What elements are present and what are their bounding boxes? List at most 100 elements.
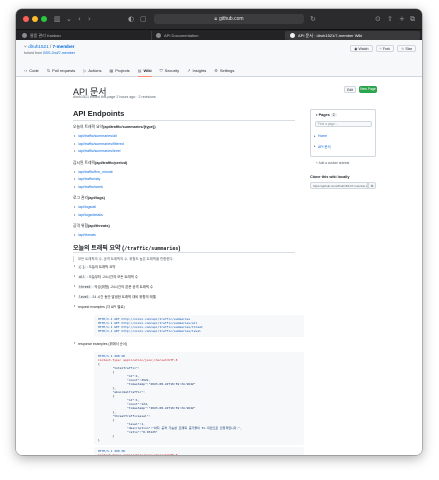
pages-heading[interactable]: ▾ Pages 2 — [316, 113, 337, 117]
list-item: /api/traffic/summaries/filtered — [74, 142, 124, 146]
sidebar-page-api-docs[interactable]: API 문서 — [314, 144, 331, 149]
repo-actions: ◉ Watch ⑂ Fork ☆ Star — [350, 45, 416, 52]
repo-owner-link[interactable]: dlruh1521 — [28, 44, 48, 49]
list-item: /api/traffic/summaries/level — [74, 149, 121, 153]
address-bar[interactable]: 🔒︎ github.com — [154, 14, 304, 24]
forward-arrow-icon[interactable]: › — [88, 14, 91, 24]
code-line: Content-Type: application/json;charset=U… — [98, 453, 178, 455]
nav-tab-icon: ⇅ — [46, 68, 51, 73]
nav-tab-label: Wiki — [143, 68, 152, 73]
endpoint-group-path: (api/traffic/summaries/{type}) — [103, 125, 156, 129]
endpoint-link[interactable]: /api/traffic/five_minute — [78, 170, 113, 174]
list-item: /api/threats — [74, 233, 96, 237]
endpoint-group-title: 로그 관리(api/logs) — [73, 196, 105, 201]
endpoint-link[interactable]: /api/logs/details — [78, 213, 103, 217]
watch-button[interactable]: ◉ Watch — [350, 45, 373, 52]
page-icon[interactable]: ▢ — [140, 14, 147, 24]
tab-title: API Documentation — [164, 33, 199, 38]
tab-pull-requests[interactable]: ⇅ Pull requests — [47, 65, 75, 77]
heading-divider — [73, 252, 295, 253]
tab-projects[interactable]: ▦ Projects — [109, 65, 129, 77]
fork-button[interactable]: ⑂ Fork — [375, 45, 395, 52]
zoom-window-button[interactable] — [41, 16, 47, 22]
endpoint-link[interactable]: /api/traffic/day — [78, 177, 100, 181]
nav-tab-icon: ⚙ — [214, 68, 218, 73]
endpoint-group-path: (api/threats) — [88, 224, 110, 228]
inline-code: { } — [78, 265, 86, 269]
endpoint-link[interactable]: /api/threats — [78, 233, 96, 237]
nav-tab-label: Code — [29, 68, 39, 73]
bullet-text: request examples (각 API 별로) — [78, 305, 125, 309]
list-item: /api/traffic/day — [74, 177, 100, 181]
browser-tab[interactable]: 물품 관리 Kanban — [18, 31, 152, 40]
find-page-input[interactable]: Find a page… — [315, 121, 372, 127]
list-item: /api/traffic/summaries/all — [74, 134, 117, 138]
fork-label: Fork — [382, 47, 391, 51]
privacy-shield-icon[interactable]: ◐ — [128, 14, 134, 24]
close-window-button[interactable] — [23, 16, 29, 22]
chevron-down-icon[interactable]: ⌄ — [66, 14, 72, 24]
edit-button[interactable]: Edit — [344, 86, 356, 93]
endpoint-group-label: 감시된 트래픽 — [73, 160, 96, 165]
endpoint-link[interactable]: /api/traffic/week — [78, 185, 103, 189]
heading-divider — [73, 120, 295, 121]
list-item: /api/logs/all — [74, 205, 96, 209]
list-item: /api/traffic/five_minute — [74, 170, 113, 174]
download-icon[interactable]: ⊙ — [375, 14, 381, 24]
github-favicon-icon — [22, 33, 27, 39]
tab-insights[interactable]: ↗ Insights — [187, 65, 206, 77]
code-line: HTTP/1.1 GET http://xxxxx.com/api/traffi… — [98, 329, 201, 333]
sidebar-toggle-icon[interactable]: ▥ — [54, 14, 61, 24]
new-page-button[interactable]: New Page — [359, 86, 377, 93]
clone-url-input[interactable]: https://github.com/dlruh1521/7-member.wi… — [310, 182, 368, 189]
title-bar: ▥ ⌄ ‹ › ◐ ▢ 🔒︎ github.com ↻ ⊙ ⇧ + ⧉ — [16, 9, 422, 29]
nav-tab-icon: ▤ — [137, 68, 142, 73]
endpoints-heading: API Endpoints — [73, 109, 125, 118]
tab-actions[interactable]: ▷ Actions — [83, 65, 101, 77]
response-code-block: HTTP/1.1 200 OK Content-Type: application… — [94, 447, 304, 455]
code-line: } — [98, 438, 100, 442]
tab-settings[interactable]: ⚙ Settings — [214, 65, 234, 77]
tab-code[interactable]: ‹› Code — [24, 65, 39, 77]
browser-tab-active[interactable]: API 문서 · dlruh1521/7-member Wiki — [286, 31, 420, 40]
tab-overview-icon[interactable]: ⧉ — [410, 14, 415, 24]
fork-source-link[interactable]: BSS-2nd/7-member — [43, 51, 75, 55]
reload-icon[interactable]: ↻ — [310, 14, 316, 24]
tab-title: 물품 관리 Kanban — [30, 33, 61, 38]
nav-tab-label: Insights — [192, 68, 207, 73]
share-icon[interactable]: ⇧ — [387, 14, 393, 24]
nav-tab-label: Settings — [219, 68, 235, 73]
new-tab-icon[interactable]: + — [399, 14, 405, 24]
forked-label: forked from — [24, 51, 43, 55]
bullet-text: : 오늘부터 -24시간의 모든 트래픽 수 — [85, 275, 138, 279]
pages-label: Pages — [318, 113, 330, 117]
minimize-window-button[interactable] — [32, 16, 38, 22]
sidebar-page-home[interactable]: Home — [314, 134, 327, 138]
endpoint-group-title: 오늘의 트래픽 요약(api/traffic/summaries/{type}) — [73, 125, 156, 130]
endpoint-link[interactable]: /api/logs/all — [78, 205, 96, 209]
blockquote: 모든 트래픽의 수, 공격 트래픽의 수, 위험도 높은 트래픽을 반환한다. — [73, 256, 293, 262]
tab-wiki[interactable]: ▤ Wiki — [137, 65, 152, 77]
pages-count-badge: 2 — [330, 113, 337, 117]
copy-icon[interactable]: ⧉ — [368, 182, 376, 189]
add-custom-sidebar-link[interactable]: + Add a custom sidebar — [316, 161, 349, 165]
back-arrow-icon[interactable]: ‹ — [78, 14, 81, 24]
star-button[interactable]: ☆ Star — [397, 45, 416, 52]
list-item: /api/logs/details — [74, 213, 103, 217]
list-item: all : 오늘부터 -24시간의 모든 트래픽 수 — [74, 274, 138, 279]
repo-name-link[interactable]: 7-member — [53, 44, 75, 49]
endpoint-group-label: 로그 관리 — [73, 196, 89, 200]
tab-title: API 문서 · dlruh1521/7-member Wiki — [298, 33, 363, 38]
inline-code: all — [78, 275, 86, 279]
nav-tab-icon: ‹› — [24, 68, 28, 73]
bullet-text: : 24 시간 동안 발생한 트래픽 대비 위협의 레벨 — [89, 295, 156, 299]
star-label: Star — [405, 47, 412, 51]
tab-security[interactable]: ⛉ Security — [160, 65, 179, 77]
browser-tab[interactable]: API Documentation — [152, 31, 286, 40]
endpoint-link[interactable]: /api/traffic/summaries/level — [78, 149, 120, 153]
nav-tab-icon: ▦ — [109, 68, 114, 73]
endpoint-link[interactable]: /api/traffic/summaries/all — [78, 134, 117, 138]
url-text: github.com — [219, 16, 244, 22]
endpoint-link[interactable]: /api/traffic/summaries/filtered — [78, 142, 124, 146]
clone-title: Clone this wiki locally — [310, 175, 350, 179]
